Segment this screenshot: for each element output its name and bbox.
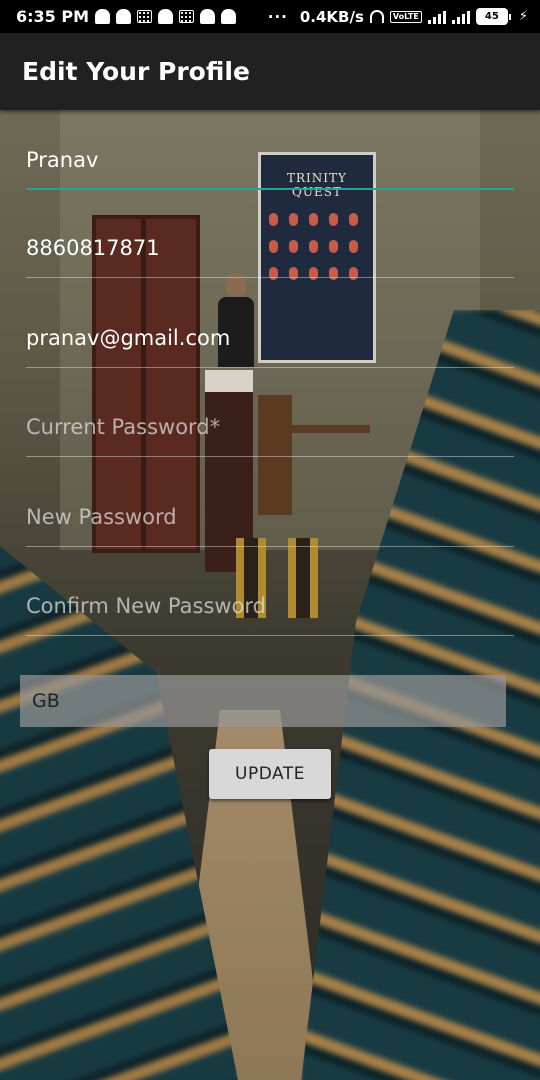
headphone-icon: [369, 10, 384, 23]
current-password-field: [26, 407, 514, 457]
snapchat-icon: [116, 9, 132, 24]
name-field: [26, 140, 514, 190]
spinner-selected-value: GB: [32, 690, 60, 712]
status-bar: 6:35 PM ··· 0.4KB/s VoLTE 45 ⚡: [0, 0, 540, 33]
signal-icon: [451, 10, 470, 24]
current-password-input[interactable]: [26, 407, 514, 447]
phone-input[interactable]: [26, 228, 514, 268]
edit-profile-screen: 6:35 PM ··· 0.4KB/s VoLTE 45 ⚡ Edit Your…: [0, 0, 540, 1080]
network-speed: 0.4KB/s: [299, 7, 364, 26]
group-spinner[interactable]: GB: [20, 675, 506, 727]
system-status: ··· 0.4KB/s VoLTE 45 ⚡: [268, 8, 528, 26]
volte-icon: VoLTE: [389, 10, 422, 23]
new-password-input[interactable]: [26, 497, 514, 537]
email-input[interactable]: [26, 318, 514, 358]
email-field: [26, 318, 514, 368]
more-notifications-icon: ···: [267, 7, 288, 26]
signal-4g-icon: [427, 10, 446, 24]
notification-icons: [95, 9, 237, 24]
app-bar: Edit Your Profile: [0, 33, 540, 110]
name-input[interactable]: [26, 140, 514, 180]
app-grid-icon: [179, 10, 195, 23]
update-button[interactable]: UPDATE: [209, 749, 331, 799]
snapchat-icon: [158, 9, 174, 24]
confirm-password-input[interactable]: [26, 586, 514, 626]
confirm-password-field: [26, 586, 514, 636]
snapchat-icon: [200, 9, 216, 24]
battery-level: 45: [475, 8, 508, 25]
battery-icon: 45: [475, 8, 511, 25]
charging-icon: ⚡: [518, 9, 528, 24]
page-title: Edit Your Profile: [22, 57, 250, 86]
new-password-field: [26, 497, 514, 547]
snapchat-icon: [95, 9, 111, 24]
snapchat-icon: [221, 9, 237, 24]
phone-field: [26, 228, 514, 278]
app-grid-icon: [137, 10, 153, 23]
status-time: 6:35 PM: [16, 7, 90, 26]
